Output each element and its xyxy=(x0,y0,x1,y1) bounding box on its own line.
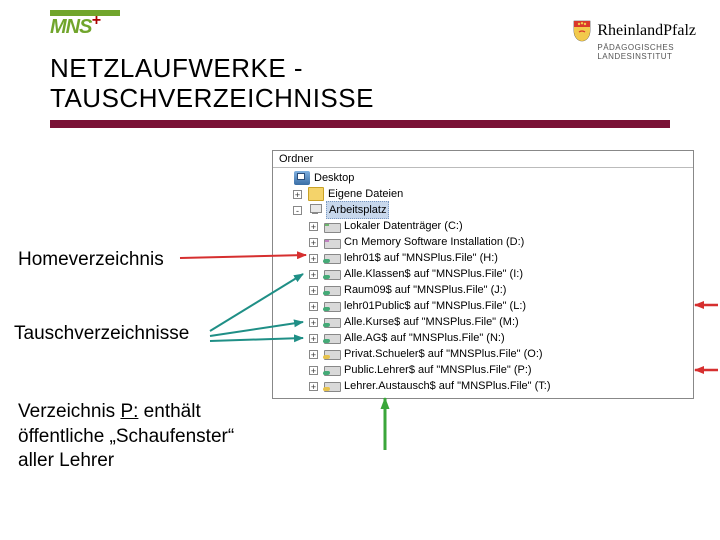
rp-text: RheinlandPfalz xyxy=(597,22,696,40)
tree-node-label: Public.Lehrer$ auf "MNSPlus.File" (P:) xyxy=(344,362,532,378)
net-icon xyxy=(324,363,340,377)
arbeitsplatz-icon xyxy=(308,203,324,217)
folder-tree-panel: Ordner Desktop + Eigene Dateien - Arbeitspla… xyxy=(272,150,694,399)
desktop-icon xyxy=(294,171,310,185)
tree-node-label: Privat.Schueler$ auf "MNSPlus.File" (O:) xyxy=(344,346,543,362)
expander-icon[interactable]: + xyxy=(309,302,318,311)
tree-node-label: Desktop xyxy=(314,170,354,186)
title-line-2: TAUSCHVERZEICHNISSE xyxy=(50,83,374,113)
tree-node-label: lehr01Public$ auf "MNSPlus.File" (L:) xyxy=(344,298,526,314)
net-icon xyxy=(324,267,340,281)
tree-node[interactable]: + Lehrer.Austausch$ auf "MNSPlus.File" (T… xyxy=(279,378,693,394)
net-icon xyxy=(324,299,340,313)
header-logos: MNS+ RheinlandPfalz PÄDAGOGISCHES LANDES… xyxy=(0,14,720,48)
tree-node[interactable]: Desktop xyxy=(279,170,693,186)
tree-node-label: Alle.Klassen$ auf "MNSPlus.File" (I:) xyxy=(344,266,523,282)
netY-icon xyxy=(324,347,340,361)
net-icon xyxy=(324,315,340,329)
folder-tree[interactable]: Desktop + Eigene Dateien - Arbeitsplatz + Loka… xyxy=(273,168,693,398)
tree-node[interactable]: + Lokaler Datenträger (C:) xyxy=(279,218,693,234)
tree-node-label: Cn Memory Software Installation (D:) xyxy=(344,234,524,250)
expander-icon[interactable]: + xyxy=(309,366,318,375)
tree-node-label: Arbeitsplatz xyxy=(326,201,389,219)
expander-icon[interactable]: + xyxy=(309,286,318,295)
expander-icon[interactable]: + xyxy=(309,254,318,263)
tree-node-label: lehr01$ auf "MNSPlus.File" (H:) xyxy=(344,250,498,266)
folder-icon xyxy=(308,187,324,201)
expander-icon[interactable]: + xyxy=(293,190,302,199)
mns-logo-bar xyxy=(50,10,120,16)
tree-node-label: Lehrer.Austausch$ auf "MNSPlus.File" (T:… xyxy=(344,378,551,394)
expander-icon[interactable]: - xyxy=(293,206,302,215)
net-icon xyxy=(324,251,340,265)
tree-node[interactable]: + Cn Memory Software Installation (D:) xyxy=(279,234,693,250)
tree-node-label: Alle.Kurse$ auf "MNSPlus.File" (M:) xyxy=(344,314,519,330)
expander-icon[interactable]: + xyxy=(309,270,318,279)
rp-logo-row: RheinlandPfalz xyxy=(573,20,696,42)
tree-node[interactable]: + Privat.Schueler$ auf "MNSPlus.File" (O:… xyxy=(279,346,693,362)
tree-node-label: Eigene Dateien xyxy=(328,186,403,202)
disk-icon xyxy=(324,219,340,233)
tree-node[interactable]: + Alle.Klassen$ auf "MNSPlus.File" (I:) xyxy=(279,266,693,282)
tree-node[interactable]: + Alle.Kurse$ auf "MNSPlus.File" (M:) xyxy=(279,314,693,330)
annotation-p-part1: Verzeichnis xyxy=(18,401,120,422)
netY-icon xyxy=(324,379,340,393)
mns-logo-text: MNS xyxy=(50,16,91,38)
tree-node[interactable]: + Eigene Dateien xyxy=(279,186,693,202)
title-line-1: NETZLAUFWERKE - xyxy=(50,53,303,83)
tree-node[interactable]: + lehr01$ auf "MNSPlus.File" (H:) xyxy=(279,250,693,266)
net-icon xyxy=(324,331,340,345)
tree-node[interactable]: + Raum09$ auf "MNSPlus.File" (J:) xyxy=(279,282,693,298)
annotation-verzeichnis-p: Verzeichnis P: enthält öffentliche „Scha… xyxy=(18,400,268,474)
slide: MNS+ RheinlandPfalz PÄDAGOGISCHES LANDES… xyxy=(0,0,720,540)
net-icon xyxy=(324,283,340,297)
folder-tree-header: Ordner xyxy=(273,151,693,168)
tree-node[interactable]: - Arbeitsplatz xyxy=(279,202,693,218)
tree-node-label: Alle.AG$ auf "MNSPlus.File" (N:) xyxy=(344,330,505,346)
tree-node[interactable]: + lehr01Public$ auf "MNSPlus.File" (L:) xyxy=(279,298,693,314)
tree-node-label: Lokaler Datenträger (C:) xyxy=(344,218,463,234)
mns-logo-plus: + xyxy=(91,12,99,29)
expander-icon[interactable]: + xyxy=(309,350,318,359)
expander-icon[interactable]: + xyxy=(309,238,318,247)
tree-node[interactable]: + Public.Lehrer$ auf "MNSPlus.File" (P:) xyxy=(279,362,693,378)
title-underline xyxy=(50,120,670,128)
rp-logo: RheinlandPfalz PÄDAGOGISCHES LANDESINSTI… xyxy=(573,20,696,62)
tree-node[interactable]: + Alle.AG$ auf "MNSPlus.File" (N:) xyxy=(279,330,693,346)
cd-icon xyxy=(324,235,340,249)
annotation-tausch: Tauschverzeichnisse xyxy=(14,322,189,347)
annotation-p-underline: P: xyxy=(120,401,138,422)
expander-icon[interactable]: + xyxy=(309,318,318,327)
rp-subtitle-2: LANDESINSTITUT xyxy=(597,53,696,62)
expander-icon[interactable]: + xyxy=(309,382,318,391)
annotation-home: Homeverzeichnis xyxy=(18,248,164,273)
slide-title: NETZLAUFWERKE - TAUSCHVERZEICHNISSE xyxy=(50,54,374,114)
expander-icon[interactable]: + xyxy=(309,222,318,231)
expander-spacer xyxy=(279,174,288,183)
coat-of-arms-icon xyxy=(573,20,591,42)
expander-icon[interactable]: + xyxy=(309,334,318,343)
tree-node-label: Raum09$ auf "MNSPlus.File" (J:) xyxy=(344,282,506,298)
mns-logo: MNS+ xyxy=(50,16,100,39)
